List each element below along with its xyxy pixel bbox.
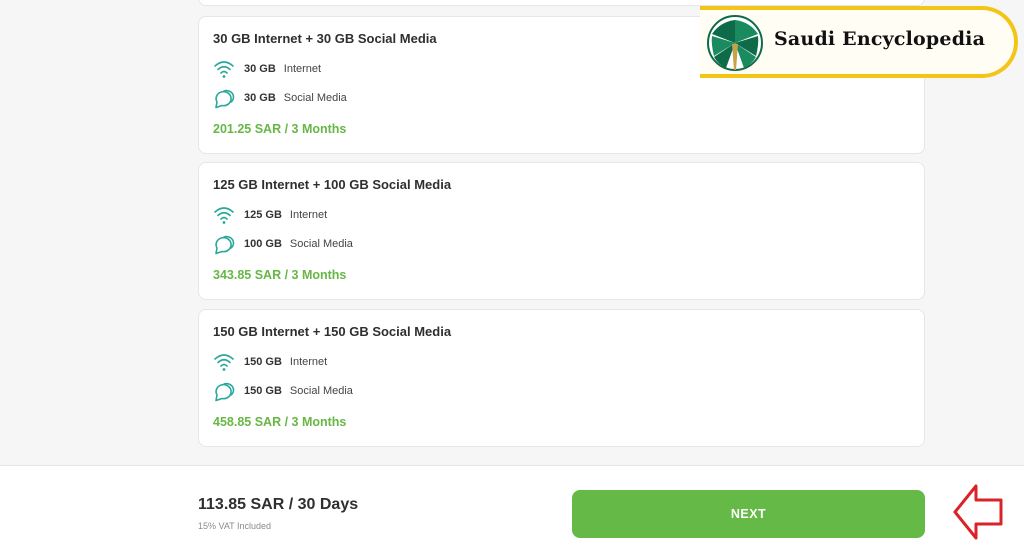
internet-row: 30 GB Internet — [213, 58, 321, 80]
internet-row: 150 GB Internet — [213, 351, 327, 373]
social-amount: 30 GB — [244, 92, 276, 104]
social-label: Social Media — [289, 238, 353, 250]
internet-amount: 125 GB — [244, 209, 282, 221]
social-row: 30 GB Social Media — [213, 87, 347, 109]
plan-title: 125 GB Internet + 100 GB Social Media — [213, 177, 452, 192]
internet-label: Internet — [289, 209, 328, 221]
chat-bubbles-icon — [215, 382, 235, 402]
checkout-footer: 113.85 SAR / 30 Days 15% VAT Included NE… — [0, 465, 1024, 559]
wifi-icon — [214, 61, 234, 78]
arrow-left-icon — [953, 484, 1003, 540]
social-label: Social Media — [289, 385, 353, 397]
plan-price: 458.85 SAR / 3 Months — [213, 415, 347, 429]
social-row: 150 GB Social Media — [213, 380, 353, 402]
internet-label: Internet — [283, 63, 322, 75]
next-button[interactable]: NEXT — [572, 490, 925, 538]
watermark-text: Saudi Encyclopedia — [774, 28, 986, 50]
chat-bubbles-icon — [215, 235, 235, 255]
social-amount: 150 GB — [244, 385, 282, 397]
plan-card[interactable]: 125 GB Internet + 100 GB Social Media 12… — [198, 162, 925, 300]
wifi-icon — [214, 354, 234, 371]
plan-price: 343.85 SAR / 3 Months — [213, 268, 347, 282]
internet-amount: 30 GB — [244, 63, 276, 75]
vat-note: 15% VAT Included — [198, 521, 272, 531]
plan-price: 201.25 SAR / 3 Months — [213, 122, 347, 136]
total-price: 113.85 SAR / 30 Days — [198, 496, 359, 513]
internet-amount: 150 GB — [244, 356, 282, 368]
plan-title: 30 GB Internet + 30 GB Social Media — [213, 31, 437, 46]
plan-title: 150 GB Internet + 150 GB Social Media — [213, 324, 452, 339]
internet-row: 125 GB Internet — [213, 204, 327, 226]
watermark-banner: Saudi Encyclopedia — [700, 6, 1024, 84]
plan-card[interactable]: 150 GB Internet + 150 GB Social Media 15… — [198, 309, 925, 447]
social-label: Social Media — [283, 92, 347, 104]
palm-logo-icon — [707, 15, 763, 71]
social-row: 100 GB Social Media — [213, 233, 353, 255]
internet-label: Internet — [289, 356, 328, 368]
chat-bubbles-icon — [215, 89, 235, 109]
social-amount: 100 GB — [244, 238, 282, 250]
wifi-icon — [214, 207, 234, 224]
